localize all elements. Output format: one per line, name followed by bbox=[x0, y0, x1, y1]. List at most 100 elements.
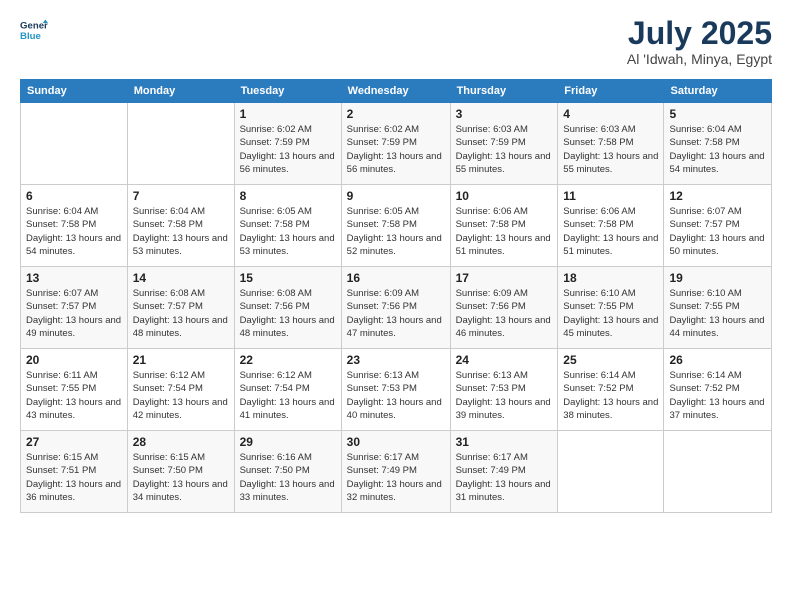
week-row-1: 1Sunrise: 6:02 AMSunset: 7:59 PMDaylight… bbox=[21, 103, 772, 185]
day-info: Sunrise: 6:14 AMSunset: 7:52 PMDaylight:… bbox=[563, 369, 658, 422]
cell-3-6: 26 Sunrise: 6:14 AMSunset: 7:52 PMDayligh… bbox=[664, 349, 772, 431]
day-info: Sunrise: 6:05 AMSunset: 7:58 PMDaylight:… bbox=[240, 205, 336, 258]
header: General Blue July 2025 Al 'Idwah, Minya,… bbox=[20, 16, 772, 67]
day-number: 1 bbox=[240, 107, 336, 121]
cell-2-4: 17 Sunrise: 6:09 AMSunset: 7:56 PMDayligh… bbox=[450, 267, 558, 349]
cell-1-5: 11 Sunrise: 6:06 AMSunset: 7:58 PMDayligh… bbox=[558, 185, 664, 267]
cell-4-2: 29 Sunrise: 6:16 AMSunset: 7:50 PMDayligh… bbox=[234, 431, 341, 513]
location: Al 'Idwah, Minya, Egypt bbox=[627, 51, 772, 67]
col-monday: Monday bbox=[127, 80, 234, 103]
day-number: 20 bbox=[26, 353, 122, 367]
day-info: Sunrise: 6:15 AMSunset: 7:50 PMDaylight:… bbox=[133, 451, 229, 504]
cell-4-3: 30 Sunrise: 6:17 AMSunset: 7:49 PMDayligh… bbox=[341, 431, 450, 513]
col-sunday: Sunday bbox=[21, 80, 128, 103]
cell-1-1: 7Sunrise: 6:04 AMSunset: 7:58 PMDaylight… bbox=[127, 185, 234, 267]
day-info: Sunrise: 6:04 AMSunset: 7:58 PMDaylight:… bbox=[26, 205, 122, 258]
col-friday: Friday bbox=[558, 80, 664, 103]
day-number: 12 bbox=[669, 189, 766, 203]
day-info: Sunrise: 6:17 AMSunset: 7:49 PMDaylight:… bbox=[456, 451, 553, 504]
day-info: Sunrise: 6:06 AMSunset: 7:58 PMDaylight:… bbox=[563, 205, 658, 258]
cell-0-2: 1Sunrise: 6:02 AMSunset: 7:59 PMDaylight… bbox=[234, 103, 341, 185]
day-number: 15 bbox=[240, 271, 336, 285]
week-row-4: 20 Sunrise: 6:11 AMSunset: 7:55 PMDayligh… bbox=[21, 349, 772, 431]
day-info: Sunrise: 6:04 AMSunset: 7:58 PMDaylight:… bbox=[669, 123, 766, 176]
day-info: Sunrise: 6:10 AMSunset: 7:55 PMDaylight:… bbox=[563, 287, 658, 340]
cell-2-5: 18 Sunrise: 6:10 AMSunset: 7:55 PMDayligh… bbox=[558, 267, 664, 349]
day-info: Sunrise: 6:07 AMSunset: 7:57 PMDaylight:… bbox=[26, 287, 122, 340]
header-row: Sunday Monday Tuesday Wednesday Thursday… bbox=[21, 80, 772, 103]
day-info: Sunrise: 6:09 AMSunset: 7:56 PMDaylight:… bbox=[347, 287, 445, 340]
cell-2-3: 16 Sunrise: 6:09 AMSunset: 7:56 PMDayligh… bbox=[341, 267, 450, 349]
cell-2-2: 15 Sunrise: 6:08 AMSunset: 7:56 PMDayligh… bbox=[234, 267, 341, 349]
logo: General Blue bbox=[20, 16, 48, 44]
day-info: Sunrise: 6:16 AMSunset: 7:50 PMDaylight:… bbox=[240, 451, 336, 504]
cell-0-0 bbox=[21, 103, 128, 185]
day-number: 30 bbox=[347, 435, 445, 449]
day-info: Sunrise: 6:07 AMSunset: 7:57 PMDaylight:… bbox=[669, 205, 766, 258]
day-info: Sunrise: 6:06 AMSunset: 7:58 PMDaylight:… bbox=[456, 205, 553, 258]
cell-1-6: 12 Sunrise: 6:07 AMSunset: 7:57 PMDayligh… bbox=[664, 185, 772, 267]
day-info: Sunrise: 6:03 AMSunset: 7:58 PMDaylight:… bbox=[563, 123, 658, 176]
col-tuesday: Tuesday bbox=[234, 80, 341, 103]
cell-1-4: 10 Sunrise: 6:06 AMSunset: 7:58 PMDayligh… bbox=[450, 185, 558, 267]
day-number: 5 bbox=[669, 107, 766, 121]
day-info: Sunrise: 6:14 AMSunset: 7:52 PMDaylight:… bbox=[669, 369, 766, 422]
cell-4-4: 31 Sunrise: 6:17 AMSunset: 7:49 PMDayligh… bbox=[450, 431, 558, 513]
day-info: Sunrise: 6:13 AMSunset: 7:53 PMDaylight:… bbox=[347, 369, 445, 422]
day-number: 18 bbox=[563, 271, 658, 285]
day-number: 7 bbox=[133, 189, 229, 203]
day-number: 26 bbox=[669, 353, 766, 367]
day-number: 31 bbox=[456, 435, 553, 449]
day-number: 28 bbox=[133, 435, 229, 449]
day-number: 16 bbox=[347, 271, 445, 285]
day-number: 9 bbox=[347, 189, 445, 203]
cell-1-3: 9 Sunrise: 6:05 AMSunset: 7:58 PMDaylight… bbox=[341, 185, 450, 267]
day-info: Sunrise: 6:08 AMSunset: 7:57 PMDaylight:… bbox=[133, 287, 229, 340]
week-row-3: 13 Sunrise: 6:07 AMSunset: 7:57 PMDayligh… bbox=[21, 267, 772, 349]
logo-icon: General Blue bbox=[20, 16, 48, 44]
day-number: 10 bbox=[456, 189, 553, 203]
day-number: 27 bbox=[26, 435, 122, 449]
col-wednesday: Wednesday bbox=[341, 80, 450, 103]
day-number: 8 bbox=[240, 189, 336, 203]
week-row-5: 27 Sunrise: 6:15 AMSunset: 7:51 PMDayligh… bbox=[21, 431, 772, 513]
cell-0-5: 4Sunrise: 6:03 AMSunset: 7:58 PMDaylight… bbox=[558, 103, 664, 185]
cell-4-1: 28 Sunrise: 6:15 AMSunset: 7:50 PMDayligh… bbox=[127, 431, 234, 513]
day-number: 25 bbox=[563, 353, 658, 367]
day-info: Sunrise: 6:11 AMSunset: 7:55 PMDaylight:… bbox=[26, 369, 122, 422]
cell-0-3: 2Sunrise: 6:02 AMSunset: 7:59 PMDaylight… bbox=[341, 103, 450, 185]
week-row-2: 6 Sunrise: 6:04 AMSunset: 7:58 PMDaylight… bbox=[21, 185, 772, 267]
cell-2-0: 13 Sunrise: 6:07 AMSunset: 7:57 PMDayligh… bbox=[21, 267, 128, 349]
day-number: 2 bbox=[347, 107, 445, 121]
day-info: Sunrise: 6:12 AMSunset: 7:54 PMDaylight:… bbox=[133, 369, 229, 422]
col-thursday: Thursday bbox=[450, 80, 558, 103]
cell-3-2: 22Sunrise: 6:12 AMSunset: 7:54 PMDayligh… bbox=[234, 349, 341, 431]
cell-3-5: 25 Sunrise: 6:14 AMSunset: 7:52 PMDayligh… bbox=[558, 349, 664, 431]
day-number: 22 bbox=[240, 353, 336, 367]
svg-text:Blue: Blue bbox=[20, 31, 41, 42]
cell-4-0: 27 Sunrise: 6:15 AMSunset: 7:51 PMDayligh… bbox=[21, 431, 128, 513]
day-number: 17 bbox=[456, 271, 553, 285]
day-number: 6 bbox=[26, 189, 122, 203]
day-info: Sunrise: 6:15 AMSunset: 7:51 PMDaylight:… bbox=[26, 451, 122, 504]
cell-3-1: 21Sunrise: 6:12 AMSunset: 7:54 PMDayligh… bbox=[127, 349, 234, 431]
day-number: 19 bbox=[669, 271, 766, 285]
cell-2-1: 14Sunrise: 6:08 AMSunset: 7:57 PMDayligh… bbox=[127, 267, 234, 349]
day-number: 13 bbox=[26, 271, 122, 285]
col-saturday: Saturday bbox=[664, 80, 772, 103]
cell-1-2: 8 Sunrise: 6:05 AMSunset: 7:58 PMDaylight… bbox=[234, 185, 341, 267]
day-info: Sunrise: 6:05 AMSunset: 7:58 PMDaylight:… bbox=[347, 205, 445, 258]
cell-2-6: 19 Sunrise: 6:10 AMSunset: 7:55 PMDayligh… bbox=[664, 267, 772, 349]
cell-4-6 bbox=[664, 431, 772, 513]
day-info: Sunrise: 6:17 AMSunset: 7:49 PMDaylight:… bbox=[347, 451, 445, 504]
day-info: Sunrise: 6:08 AMSunset: 7:56 PMDaylight:… bbox=[240, 287, 336, 340]
day-number: 11 bbox=[563, 189, 658, 203]
cell-0-1 bbox=[127, 103, 234, 185]
cell-3-4: 24Sunrise: 6:13 AMSunset: 7:53 PMDayligh… bbox=[450, 349, 558, 431]
calendar-table: Sunday Monday Tuesday Wednesday Thursday… bbox=[20, 79, 772, 513]
day-info: Sunrise: 6:10 AMSunset: 7:55 PMDaylight:… bbox=[669, 287, 766, 340]
day-info: Sunrise: 6:13 AMSunset: 7:53 PMDaylight:… bbox=[456, 369, 553, 422]
day-info: Sunrise: 6:09 AMSunset: 7:56 PMDaylight:… bbox=[456, 287, 553, 340]
day-number: 29 bbox=[240, 435, 336, 449]
calendar-page: General Blue July 2025 Al 'Idwah, Minya,… bbox=[0, 0, 792, 612]
